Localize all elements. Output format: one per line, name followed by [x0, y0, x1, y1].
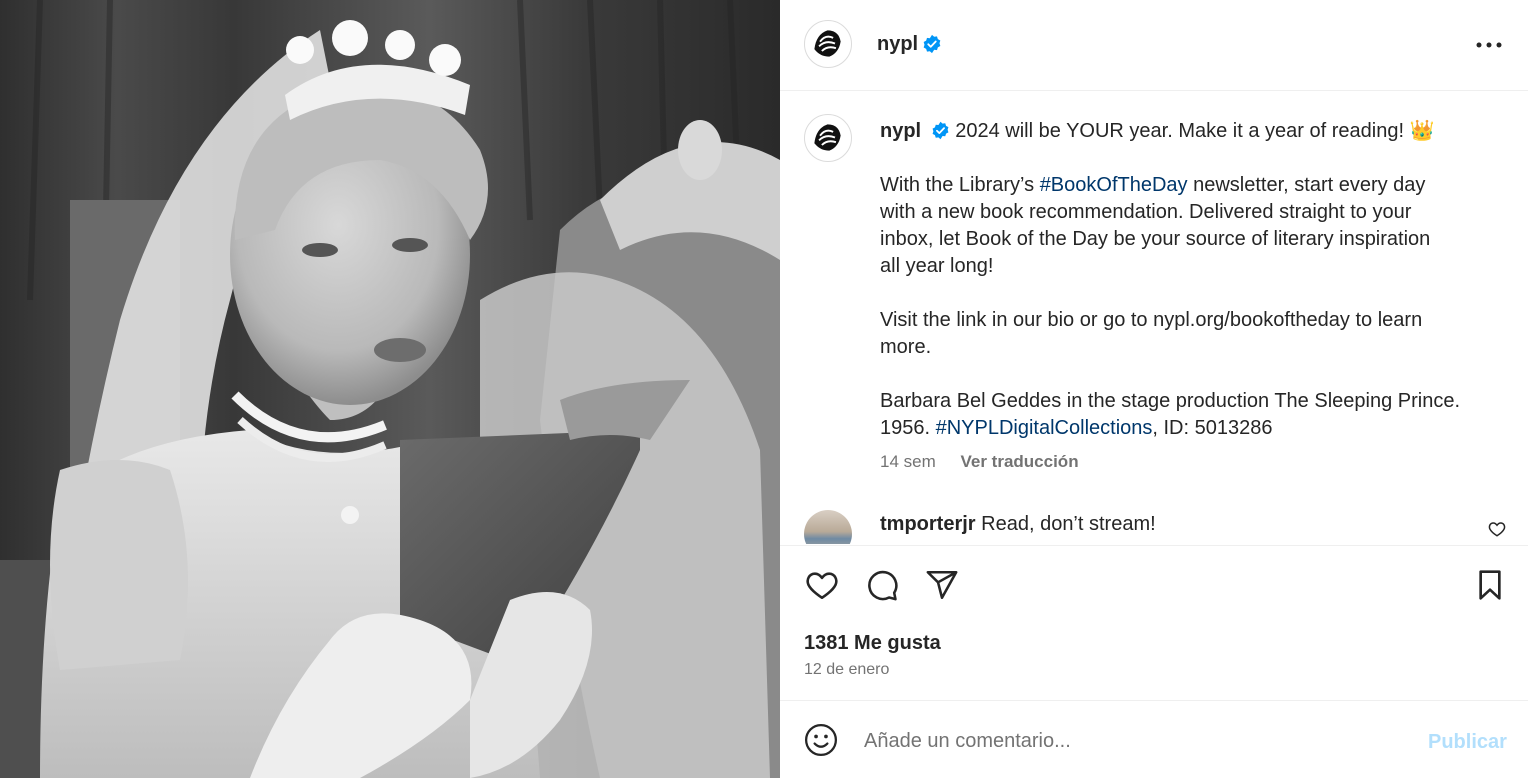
post-caption: nypl 2024 will be YOUR year. Make it a y…: [880, 118, 1480, 442]
emoji-icon[interactable]: [804, 723, 838, 762]
comment-heart-icon[interactable]: [1488, 520, 1506, 543]
header-username[interactable]: nypl: [877, 33, 918, 56]
comment-icon[interactable]: [864, 568, 900, 607]
verified-badge-icon: [922, 34, 942, 59]
more-options-icon[interactable]: [1474, 32, 1504, 58]
share-icon[interactable]: [924, 568, 960, 607]
action-bar: 1381 Me gusta 12 de enero: [780, 545, 1528, 700]
likes-count[interactable]: 1381 Me gusta: [804, 632, 941, 655]
lion-logo-icon: [806, 22, 849, 65]
caption-text: newsletter, start every day: [1187, 174, 1426, 197]
caption-text: inbox, let Book of the Day be your sourc…: [880, 228, 1431, 251]
post-time-ago[interactable]: 14 sem: [880, 452, 936, 471]
post-photo[interactable]: [0, 0, 780, 778]
crown-emoji-icon: 👑: [1409, 120, 1435, 142]
caption-text: Visit the link in our bio or go to nypl.…: [880, 309, 1423, 332]
hashtag-link[interactable]: #BookOfTheDay: [1040, 174, 1188, 196]
caption-text: Barbara Bel Geddes in the stage producti…: [880, 390, 1460, 413]
photo-image: [0, 0, 780, 778]
add-comment-bar: Publicar: [780, 700, 1528, 778]
caption-text: With the Library’s: [880, 174, 1040, 197]
caption-meta: 14 sem Ver traducción: [880, 452, 1079, 472]
caption-line1: 2024 will be YOUR year. Make it a year o…: [955, 120, 1404, 142]
hashtag-link[interactable]: #NYPLDigitalCollections: [936, 417, 1153, 439]
see-translation-button[interactable]: Ver traducción: [960, 452, 1078, 471]
commenter-username[interactable]: tmporterjr: [880, 513, 976, 535]
lion-logo-icon: [806, 116, 849, 159]
post-side-panel: nypl nypl 2024 will be YOUR year. Make i…: [780, 0, 1528, 778]
verified-badge-icon: [931, 118, 950, 145]
heart-icon[interactable]: [804, 568, 840, 607]
caption-text: all year long!: [880, 255, 994, 278]
caption-username[interactable]: nypl: [880, 120, 921, 142]
publish-button[interactable]: Publicar: [1428, 731, 1507, 754]
post-header: nypl: [780, 0, 1528, 91]
comments-section[interactable]: nypl 2024 will be YOUR year. Make it a y…: [780, 92, 1528, 544]
caption-text: , ID: 5013286: [1152, 417, 1273, 440]
commenter-avatar[interactable]: [804, 510, 852, 544]
post-date[interactable]: 12 de enero: [804, 661, 889, 679]
profile-avatar[interactable]: [804, 20, 852, 68]
caption-text: more.: [880, 336, 932, 359]
caption-text: with a new book recommendation. Delivere…: [880, 201, 1412, 224]
bookmark-icon[interactable]: [1474, 568, 1506, 607]
comment-body: Read, don’t stream!: [981, 513, 1156, 535]
comment-input[interactable]: [864, 725, 1384, 757]
caption-text: 1956.: [880, 417, 936, 440]
caption-avatar[interactable]: [804, 114, 852, 162]
comment-item: tmporterjr Read, don’t stream!: [804, 510, 1506, 544]
